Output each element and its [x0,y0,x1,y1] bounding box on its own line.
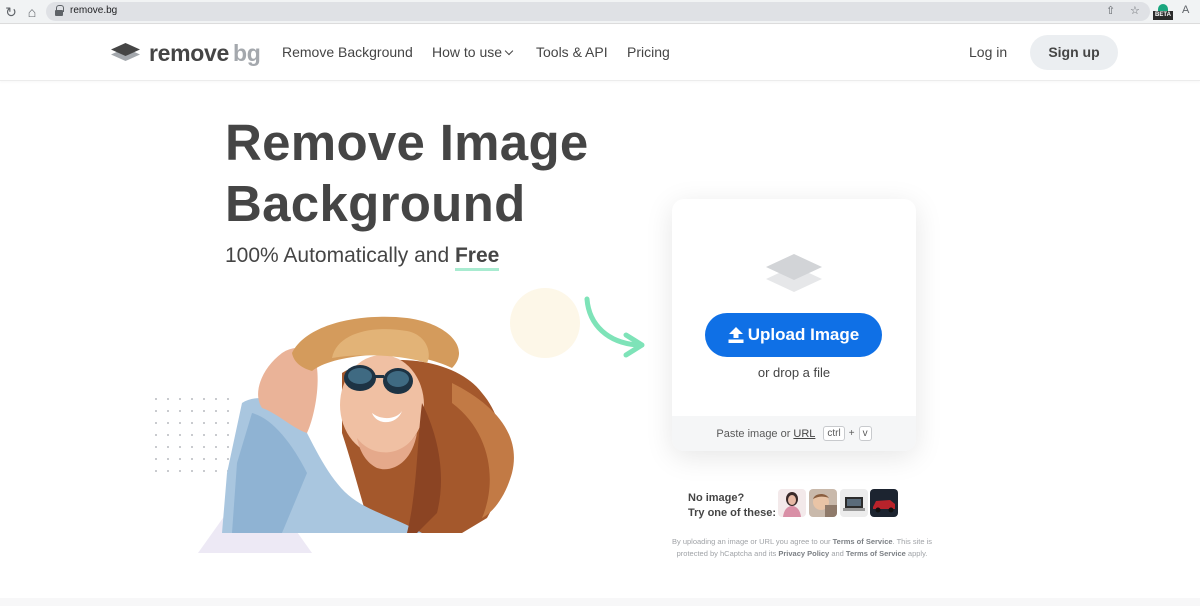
privacy-link[interactable]: Privacy Policy [778,549,829,558]
hero-subtitle-free: Free [454,244,500,271]
beta-badge: BETA [1153,11,1173,20]
upload-icon [728,327,744,343]
hero-photo [222,316,514,533]
upload-button-label: Upload Image [747,325,860,344]
legal-part: By uploading an image or URL you agree t… [671,537,833,546]
paste-url-link[interactable]: URL [793,428,815,440]
sample-thumb-child[interactable] [809,489,837,517]
terms-link[interactable]: Terms of Service [846,549,906,558]
section-divider [0,598,1200,606]
nav-label: How to use [432,44,503,60]
curved-arrow-icon [584,296,645,358]
sample-thumb-car[interactable] [870,489,898,517]
layers-icon [766,254,822,292]
nav-tools-api[interactable]: Tools & API [536,44,608,60]
nav-label: Pricing [627,44,670,60]
legal-part: apply. [905,548,928,558]
site-header: remove bg Remove Background How to use T… [0,25,1200,81]
drop-file-text: or drop a file [757,365,831,380]
dot-pattern [150,393,230,473]
paste-prefix: Paste image or [716,427,791,440]
nav-label: Tools & API [536,44,608,60]
kbd-plus: + [848,428,855,439]
legal-text: By uploading an image or URL you agree t… [666,536,938,559]
hero-title-line2: Background [225,175,526,232]
nav-remove-background[interactable]: Remove Background [282,44,413,60]
hero-title-line1: Remove Image [225,114,589,171]
logo-text-remove: remove [149,39,230,66]
signup-button[interactable]: Sign up [1030,35,1118,70]
nav-label: Remove Background [282,44,413,60]
sample-thumb-woman[interactable] [778,489,806,517]
hero-subtitle-prefix: 100% Automatically and [225,244,455,267]
hero-title: Remove Image Background [225,112,589,234]
nav-pricing[interactable]: Pricing [627,44,670,60]
chevron-down-icon [504,46,514,56]
home-icon[interactable]: ⌂ [23,3,41,21]
layers-logo-icon [111,43,140,61]
terms-link[interactable]: Terms of Service [833,537,893,546]
logo-text-bg: bg [233,39,261,66]
hero-subtitle: 100% Automatically and Free [225,244,500,271]
legal-part: and [829,548,846,558]
kbd-v: v [858,426,872,441]
nav-how-to-use[interactable]: How to use [432,44,514,60]
address-url[interactable]: remove.bg [70,5,117,16]
share-icon[interactable]: ⇧ [1106,4,1115,17]
sample-thumb-laptop[interactable] [840,489,868,517]
sample-prompt-line1: No image? [688,492,745,504]
kbd-ctrl: ctrl [823,426,845,441]
extension-beta-icon[interactable]: BETA [1153,4,1173,21]
login-link[interactable]: Log in [969,44,1007,60]
star-icon[interactable]: ☆ [1130,4,1140,17]
profile-icon[interactable]: A [1182,4,1189,16]
address-bar[interactable]: remove.bg ⇧ ☆ [46,2,1150,21]
sample-prompt: No image? Try one of these: [688,491,776,521]
lock-icon [55,5,64,16]
upload-card[interactable]: Upload Image or drop a file Paste image … [672,199,916,451]
reload-icon[interactable]: ↻ [2,3,20,21]
logo[interactable]: remove bg [110,39,261,66]
upload-image-button[interactable]: Upload Image [705,313,882,357]
sample-prompt-line2: Try one of these: [688,507,777,519]
paste-bar: Paste image or URL ctrl + v [672,416,916,451]
browser-toolbar: ↻ ⌂ remove.bg ⇧ ☆ BETA A [0,0,1200,24]
